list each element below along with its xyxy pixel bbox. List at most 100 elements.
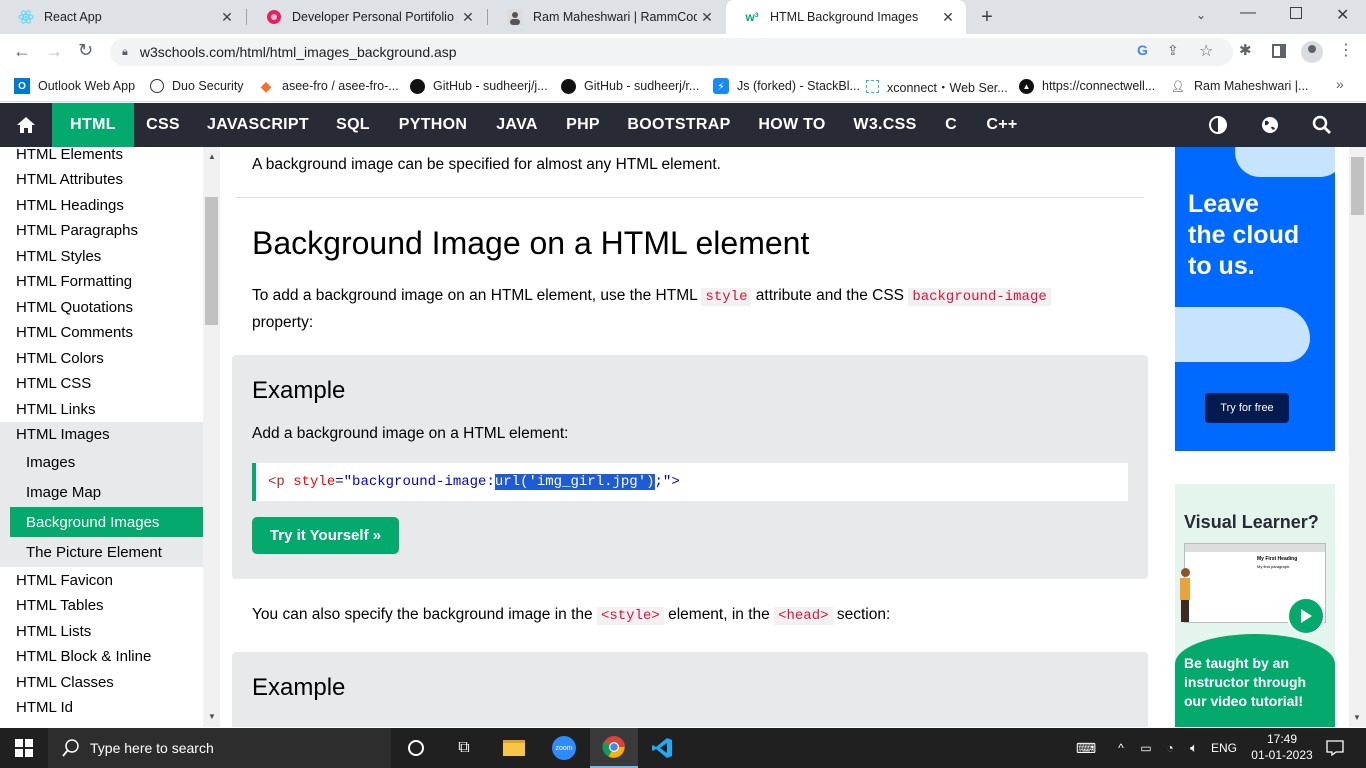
forward-icon[interactable]: →: [45, 41, 63, 62]
nav-python[interactable]: PYTHON: [382, 103, 484, 147]
vscode-icon[interactable]: [646, 728, 678, 768]
nav-howto[interactable]: HOW TO: [742, 103, 842, 147]
tab-search-icon[interactable]: ⌄: [1196, 8, 1206, 22]
nav-javascript[interactable]: JAVASCRIPT: [192, 103, 324, 147]
show-hidden-icons[interactable]: ^: [1112, 728, 1130, 768]
profile-avatar[interactable]: [1301, 41, 1323, 63]
tab-portfolio[interactable]: Developer Personal Portifolio - W ✕: [248, 0, 486, 34]
bookmark-github-1[interactable]: GitHub - sudheerj/j...: [410, 76, 548, 96]
sidebar-scrollbar[interactable]: ▲ ▼: [203, 147, 220, 727]
share-icon[interactable]: ⇪: [1167, 42, 1179, 59]
page-scrollbar[interactable]: ▼: [1349, 147, 1366, 727]
keyboard-icon[interactable]: ⌨: [1072, 728, 1100, 768]
nav-sql[interactable]: SQL: [324, 103, 382, 147]
tab-html-background-images[interactable]: w³ HTML Background Images ✕: [726, 0, 966, 34]
sidebar-item-html-classes[interactable]: HTML Classes: [0, 670, 203, 695]
sidebar-item-html-colors[interactable]: HTML Colors: [0, 346, 203, 371]
sidebar-item-html-tables[interactable]: HTML Tables: [0, 593, 203, 618]
nav-java[interactable]: JAVA: [484, 103, 550, 147]
menu-dots-icon[interactable]: ⋮: [1338, 40, 1354, 60]
sidebar-scroll-thumb[interactable]: [205, 197, 218, 325]
nav-php[interactable]: PHP: [550, 103, 616, 147]
sidebar-item-html-favicon[interactable]: HTML Favicon: [0, 568, 203, 593]
language-indicator[interactable]: ENG: [1208, 728, 1240, 768]
notifications-icon[interactable]: [1320, 728, 1350, 768]
network-icon[interactable]: ◔: [1160, 728, 1180, 768]
file-explorer-icon[interactable]: [498, 728, 530, 768]
battery-icon[interactable]: ▭: [1136, 728, 1156, 768]
sidebar-subitem-image-map[interactable]: Image Map: [0, 477, 203, 507]
close-tab-icon[interactable]: ✕: [458, 9, 478, 26]
sidebar-item-html-paragraphs[interactable]: HTML Paragraphs: [0, 218, 203, 243]
cortana-icon[interactable]: [400, 728, 432, 768]
bookmark-star-icon[interactable]: ☆: [1199, 41, 1213, 61]
side-panel-icon[interactable]: [1272, 44, 1286, 58]
try-for-free-button[interactable]: Try for free: [1205, 393, 1289, 423]
search-icon[interactable]: [1304, 103, 1340, 147]
sidebar-item-html-images[interactable]: HTML Images: [0, 422, 203, 447]
sidebar-item-html-attributes[interactable]: HTML Attributes: [0, 167, 203, 192]
bookmark-ram[interactable]: 👤︎ Ram Maheshwari |...: [1170, 76, 1308, 96]
bookmark-duo[interactable]: Duo Security: [150, 76, 244, 96]
sidebar-item-html-styles[interactable]: HTML Styles: [0, 244, 203, 269]
bookmark-gitlab[interactable]: ◆ asee-fro / asee-fro-...: [258, 76, 399, 96]
sidebar-item-html-elements[interactable]: HTML Elements: [0, 147, 203, 167]
ad-visual-learner[interactable]: Visual Learner? My First Heading My firs…: [1175, 484, 1335, 727]
bookmark-stackblitz[interactable]: ⚡ Js (forked) - StackBl...: [713, 76, 860, 96]
restore-icon[interactable]: [1290, 7, 1302, 19]
close-window-icon[interactable]: ✕: [1336, 5, 1349, 25]
bookmark-github-2[interactable]: GitHub - sudheerj/r...: [561, 76, 699, 96]
sidebar-item-html-formatting[interactable]: HTML Formatting: [0, 269, 203, 294]
tab-ram-maheshwari[interactable]: Ram Maheshwari | RammCodes | ✕: [489, 0, 725, 34]
volume-icon[interactable]: 🔈︎: [1184, 728, 1204, 768]
task-view-icon[interactable]: ⧉: [448, 728, 480, 768]
nav-html[interactable]: HTML: [52, 103, 134, 147]
sidebar-subitem-picture-element[interactable]: The Picture Element: [0, 537, 203, 567]
nav-w3css[interactable]: W3.CSS: [842, 103, 928, 147]
taskbar-search-box[interactable]: Type here to search: [48, 728, 391, 768]
close-tab-icon[interactable]: ✕: [697, 9, 717, 26]
ad-leave-the-cloud[interactable]: Leave the cloud to us. Try for free: [1175, 147, 1335, 451]
bookmark-outlook[interactable]: O Outlook Web App: [14, 76, 135, 96]
zoom-icon[interactable]: zoom: [548, 728, 580, 768]
sidebar-item-html-css[interactable]: HTML CSS: [0, 371, 203, 396]
dark-mode-icon[interactable]: [1200, 103, 1236, 147]
tab-react-app[interactable]: React App ✕: [0, 0, 245, 34]
sidebar-item-html-comments[interactable]: HTML Comments: [0, 320, 203, 345]
bookmark-connectwell[interactable]: ▲ https://connectwell...: [1019, 76, 1155, 96]
sidebar-subitem-background-images[interactable]: Background Images: [10, 507, 203, 537]
clock[interactable]: 17:49 01-01-2023: [1250, 731, 1314, 765]
sidebar-item-html-id[interactable]: HTML Id: [0, 695, 203, 720]
sidebar-item-html-block-inline[interactable]: HTML Block & Inline: [0, 644, 203, 669]
try-it-yourself-button[interactable]: Try it Yourself »: [252, 517, 399, 554]
sidebar-item-html-links[interactable]: HTML Links: [0, 397, 203, 422]
sidebar-item-html-headings[interactable]: HTML Headings: [0, 193, 203, 218]
duo-icon: [150, 79, 164, 93]
home-icon[interactable]: [0, 103, 52, 147]
globe-icon[interactable]: [1252, 103, 1288, 147]
address-bar[interactable]: 🔒︎ w3schools.com/html/html_images_backgr…: [110, 38, 1233, 66]
bookmark-xconnect[interactable]: xconnect・Web Ser...: [866, 76, 1008, 96]
close-tab-icon[interactable]: ✕: [217, 9, 237, 26]
nav-c[interactable]: C: [928, 103, 974, 147]
windows-start-icon[interactable]: [0, 728, 48, 768]
minimize-icon[interactable]: —: [1240, 4, 1256, 22]
nav-css[interactable]: CSS: [134, 103, 192, 147]
new-tab-button[interactable]: +: [976, 6, 998, 28]
github-icon: [561, 78, 576, 94]
sidebar-subitem-images[interactable]: Images: [0, 447, 203, 477]
page-scroll-thumb[interactable]: [1351, 157, 1364, 215]
extensions-icon[interactable]: ✱: [1239, 41, 1252, 59]
nav-bootstrap[interactable]: BOOTSTRAP: [616, 103, 742, 147]
back-icon[interactable]: ←: [13, 41, 31, 62]
play-icon[interactable]: [1287, 597, 1325, 635]
more-bookmarks-icon[interactable]: »: [1336, 76, 1344, 92]
sidebar-item-html-quotations[interactable]: HTML Quotations: [0, 295, 203, 320]
chrome-icon[interactable]: [590, 728, 638, 768]
close-tab-icon[interactable]: ✕: [938, 9, 958, 26]
nav-cpp[interactable]: C++: [974, 103, 1030, 147]
reload-icon[interactable]: ↻: [78, 40, 93, 61]
google-lens-icon[interactable]: G: [1137, 42, 1148, 58]
code-snippet[interactable]: <p style ="background-image: url('img_gir…: [252, 463, 1128, 501]
sidebar-item-html-lists[interactable]: HTML Lists: [0, 619, 203, 644]
